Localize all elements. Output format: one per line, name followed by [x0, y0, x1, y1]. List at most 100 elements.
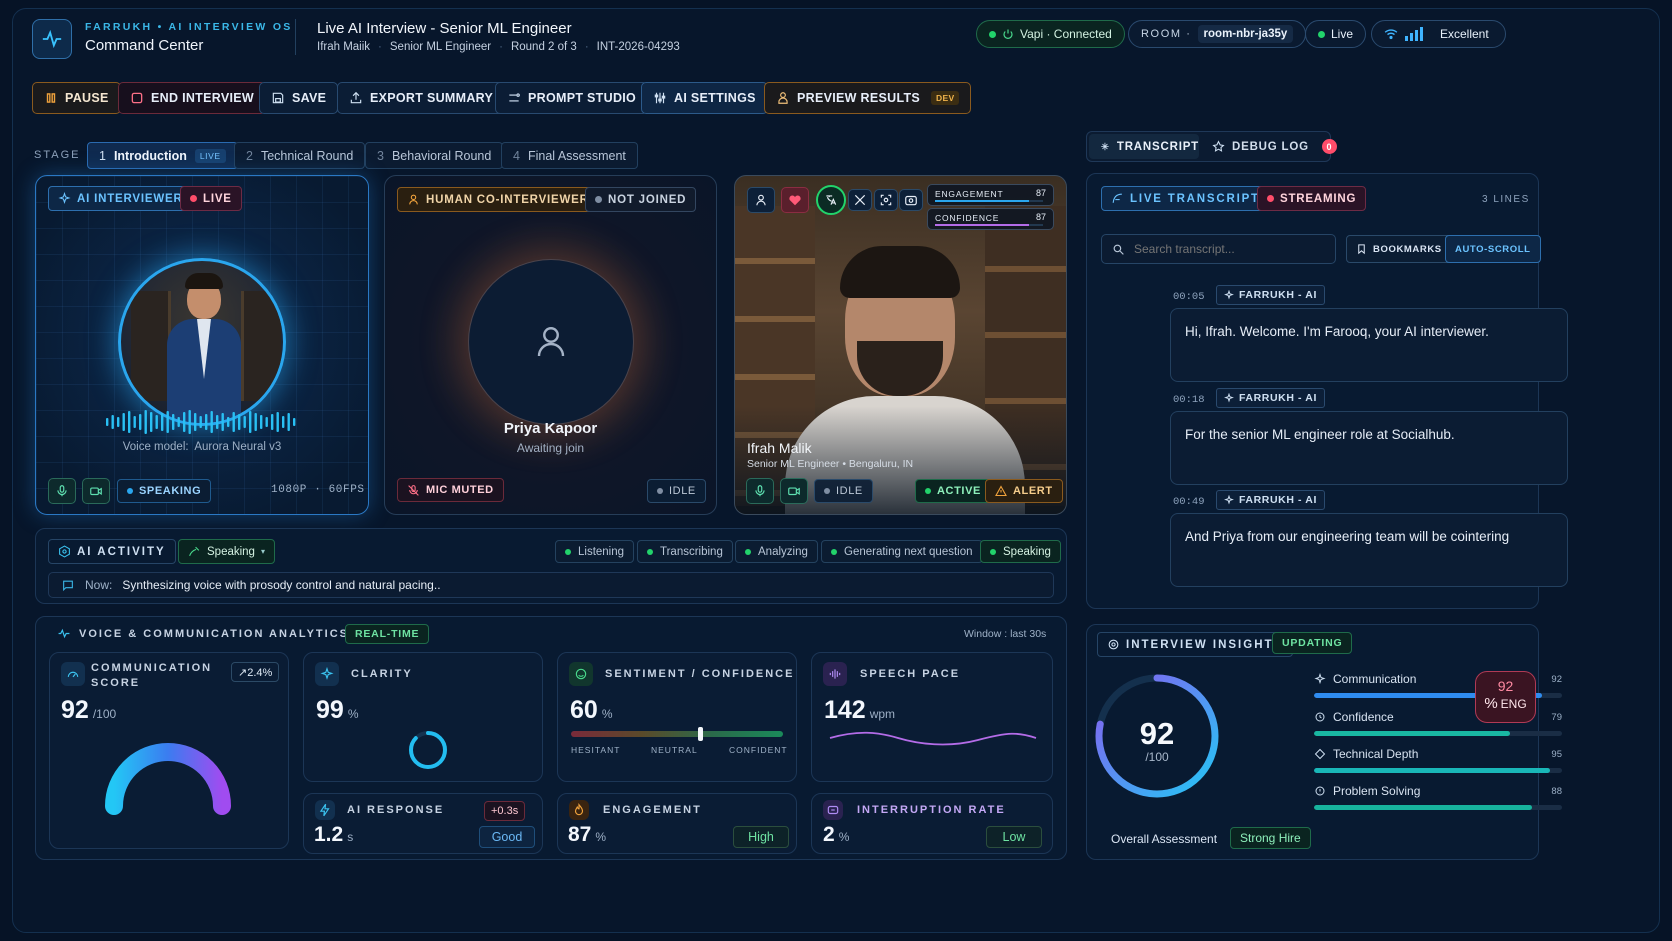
bookmarks-button[interactable]: BOOKMARKS [1346, 235, 1452, 263]
candidate-favorite-button[interactable] [781, 187, 809, 213]
activity-icon [59, 545, 70, 558]
waveform-bar [249, 411, 252, 433]
waveform-bar [194, 413, 197, 431]
vapi-status: Vapi · Connected [976, 20, 1125, 48]
activity-mode-dropdown[interactable]: Speaking ▾ [178, 539, 275, 564]
speech-pace-sparkline [829, 731, 1037, 746]
transcript-search-input[interactable] [1101, 234, 1336, 264]
user-icon [409, 194, 418, 205]
candidate-profile-button[interactable] [747, 187, 775, 213]
candidate-alert-chip[interactable]: ALERT [985, 479, 1063, 503]
activity-state-generating: Generating next question [821, 540, 983, 563]
stage-introduction[interactable]: 1 Introduction LIVE [87, 142, 238, 169]
camera-icon [90, 487, 102, 496]
audio-icon [823, 662, 847, 686]
focus-icon [880, 194, 892, 206]
pause-button[interactable]: PAUSE [32, 82, 121, 114]
end-interview-button[interactable]: END INTERVIEW [118, 82, 266, 114]
engagement-meter: ENGAGEMENT 87 [927, 184, 1054, 206]
speaking-icon [189, 546, 200, 557]
session-meta: Ifrah Maiik · Senior ML Engineer · Round 2… [317, 41, 680, 53]
waveform-bar [172, 414, 175, 430]
waveform-bar [254, 413, 257, 431]
waveform-bar [150, 412, 153, 432]
overall-score-unit: /100 [1145, 750, 1169, 764]
debug-count-badge: 0 [1321, 139, 1337, 154]
clarity-ring [409, 731, 447, 769]
session-round: Round 2 of 3 [510, 41, 577, 53]
candidate-name: Ifrah Malik [747, 440, 812, 456]
insights-title: INTERVIEW INSIGHTS [1097, 632, 1294, 657]
waveform-bar [243, 416, 246, 428]
transcript-line: For the senior ML engineer role at Socia… [1170, 411, 1568, 485]
ai-camera-button[interactable] [82, 478, 110, 504]
stage-behavioral-round[interactable]: 3 Behavioral Round [365, 142, 504, 169]
search-icon [1113, 244, 1124, 255]
comm-score-gauge [105, 743, 231, 815]
stage-technical-round[interactable]: 2 Technical Round [234, 142, 366, 169]
target-icon [1108, 639, 1119, 650]
waveform-bar [221, 413, 224, 431]
voice-waveform [106, 410, 296, 434]
ai-mic-button[interactable] [48, 478, 76, 504]
live-transcript-title: LIVE TRANSCRIPT [1101, 186, 1270, 211]
camera-icon [788, 487, 800, 496]
analytics-window: Window : last 30s [964, 628, 1047, 640]
candidate-translate-button[interactable] [816, 185, 846, 215]
candidate-camera-button[interactable] [780, 478, 808, 504]
stop-icon [131, 92, 143, 104]
mic-icon [57, 485, 67, 497]
activity-state-listening: Listening [555, 540, 635, 563]
wifi-icon [1384, 29, 1398, 40]
ai-settings-button[interactable]: AI SETTINGS [641, 82, 768, 114]
human-co-interviewer-tag: HUMAN CO-INTERVIEWER [397, 187, 599, 212]
search-field[interactable] [1134, 242, 1314, 256]
percent-icon: % [1484, 695, 1498, 712]
activity-state-speaking: Speaking [980, 540, 1061, 563]
human-name: Priya Kapoor [503, 420, 598, 437]
waveform-bar [238, 414, 241, 430]
power-icon [1003, 29, 1013, 39]
tab-debug-log[interactable]: DEBUG LOG 0 [1212, 134, 1337, 159]
save-button[interactable]: SAVE [259, 82, 339, 114]
engagement-rating: High [733, 826, 789, 848]
stage-final-assessment[interactable]: 4 Final Assessment [501, 142, 638, 169]
candidate-detail: Senior ML Engineer • Bengaluru, IN [747, 458, 914, 470]
mic-off-icon [408, 484, 419, 496]
translate-icon [826, 195, 837, 205]
tab-transcript[interactable]: TRANSCRIPT [1089, 134, 1199, 159]
transcript-line-count: 3 LINES [1482, 194, 1530, 205]
export-summary-button[interactable]: EXPORT SUMMARY [337, 82, 506, 114]
waveform-bar [282, 416, 285, 428]
tools-icon [854, 194, 866, 206]
prompt-studio-button[interactable]: PROMPT STUDIO [495, 82, 649, 114]
updating-badge: UPDATING [1272, 632, 1353, 654]
interruption-rating: Low [986, 826, 1042, 848]
candidate-screenshot-button[interactable] [899, 189, 923, 211]
heart-icon [789, 195, 801, 206]
sparkle-icon [1224, 290, 1234, 300]
speaker-tag: FARRUKH - AI [1216, 285, 1325, 305]
eng-score-badge[interactable]: 92 % ENG [1475, 671, 1536, 723]
ai-video-quality: 1080P · 60FPS [271, 484, 365, 496]
waveform-bar [210, 411, 213, 433]
info-icon [1315, 786, 1325, 796]
room-pill[interactable]: ROOM · room-nbr-ja35y [1128, 20, 1307, 48]
ai-avatar [118, 258, 286, 426]
candidate-active-chip: ACTIVE [915, 479, 991, 503]
human-substatus: Awaiting join [516, 441, 585, 455]
candidate-mic-button[interactable] [746, 478, 774, 504]
mic-icon [755, 485, 765, 497]
streaming-badge: STREAMING [1257, 186, 1367, 211]
candidate-tools-button[interactable] [848, 189, 872, 211]
waveform-bar [188, 410, 191, 434]
candidate-focus-button[interactable] [874, 189, 898, 211]
auto-scroll-toggle[interactable]: AUTO-SCROLL [1445, 235, 1541, 263]
mic-muted-chip[interactable]: MIC MUTED [397, 478, 504, 502]
waveform-bar [144, 410, 147, 434]
waveform-bar [177, 417, 180, 427]
snapshot-icon [905, 195, 917, 206]
network-status: Excellent [1371, 20, 1506, 48]
comm-delta-badge: ↗2.4% [231, 662, 280, 682]
preview-results-button[interactable]: PREVIEW RESULTS DEV [764, 82, 972, 114]
